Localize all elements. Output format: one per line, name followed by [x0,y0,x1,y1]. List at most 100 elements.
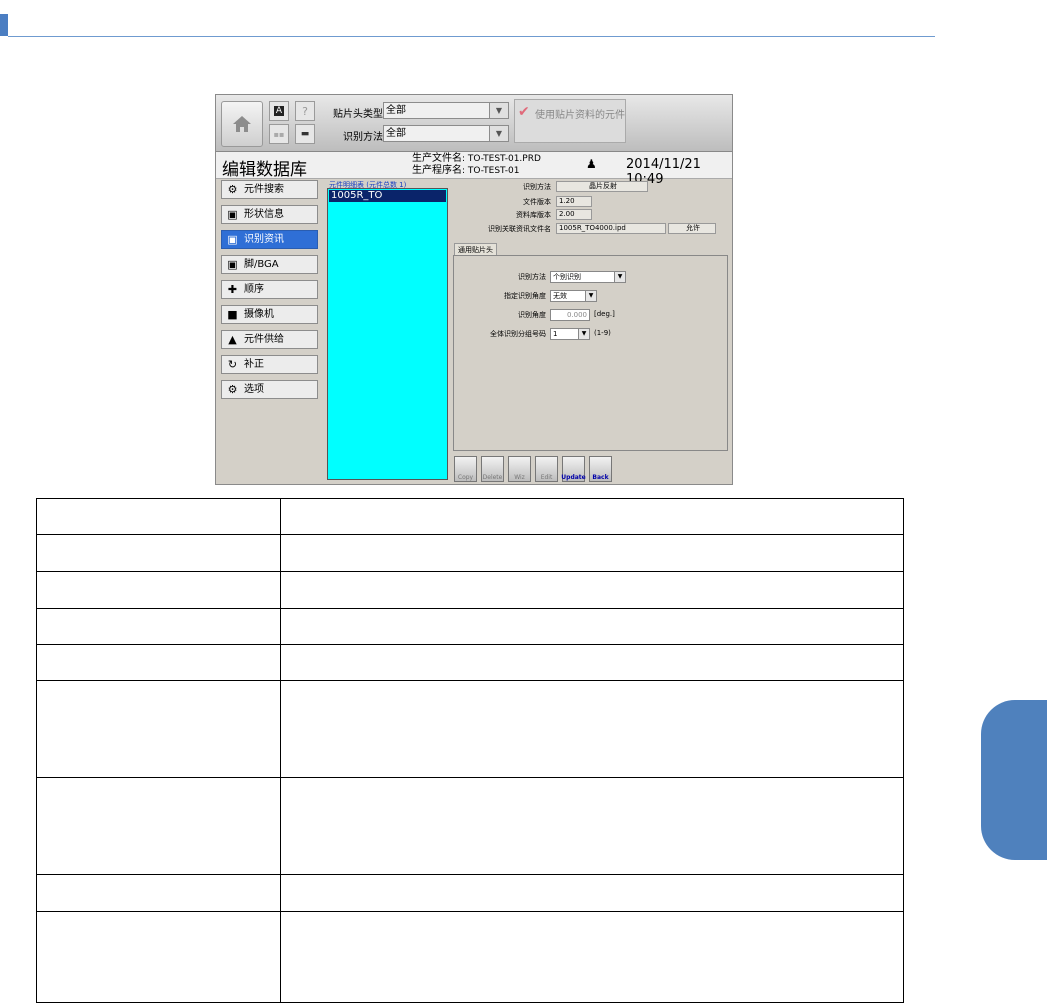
group-range: (1-9) [594,329,611,337]
list-item[interactable]: 1005R_TO [329,190,446,202]
prod-file-value: : TO-TEST-01.PRD [462,154,541,164]
menu-label: 元件搜索 [244,184,284,195]
top-toolbar: A ? ▪▪ ▬ 贴片头类型 全部 ▼ 识别方法 全部 ▼ ✔ 使用贴片资料的元… [216,95,732,152]
method-value: 晶片反射 [556,181,648,192]
db-ver-label: 资料库版本 [516,211,551,219]
help-icon: ? [302,104,308,118]
edit-database-screenshot: A ? ▪▪ ▬ 贴片头类型 全部 ▼ 识别方法 全部 ▼ ✔ 使用贴片资料的元… [215,94,733,485]
angle-spec-select[interactable]: 无效 ▼ [550,290,597,302]
menu-feeder[interactable]: ▲ 元件供给 [221,330,318,349]
head-type-select[interactable]: 全部 ▼ [383,102,509,119]
head-type-value: 全部 [386,105,406,116]
menu-label: 识别资讯 [244,234,284,245]
form-method-value: 个别识别 [553,273,581,281]
sequence-icon: ✚ [227,283,238,296]
menu-label: 选项 [244,384,264,395]
tab-panel [453,255,728,451]
menu-part-search[interactable]: ⚙ 元件搜索 [221,180,318,199]
recognition-icon: ▣ [227,233,238,246]
assoc-allow-button[interactable]: 允许 [668,223,716,234]
chevron-down-icon: ▼ [489,103,508,118]
chevron-down-icon: ▼ [614,272,625,282]
menu-label: 摄像机 [244,309,274,320]
form-method-select[interactable]: 个别识别 ▼ [550,271,626,283]
menu-label: 顺序 [244,284,264,295]
wiz-button[interactable]: Wiz [508,456,531,482]
table-row [36,911,904,1003]
recog-method-select[interactable]: 全部 ▼ [383,125,509,142]
table-row [36,608,904,645]
file-ver-value: 1.20 [556,196,592,207]
menu-options[interactable]: ⚙ 选项 [221,380,318,399]
menu-recognition-info[interactable]: ▣ 识别资讯 [221,230,318,249]
db-ver-value: 2.00 [556,209,592,220]
menu-label: 形状信息 [244,209,284,220]
header-accent-bar [0,14,8,36]
table-row [36,498,904,535]
check-icon: ✔ [518,104,530,120]
delete-button[interactable]: Delete [481,456,504,482]
assoc-file-value: 1005R_TO4000.ipd [556,223,666,234]
table-row [36,680,904,778]
font-icon: A [273,106,285,116]
prod-prog-value: : TO-TEST-01 [462,166,520,176]
form-method-label: 识别方法 [518,273,546,281]
page-title: 编辑数据库 [222,160,307,180]
menu-label: 元件供给 [244,334,284,345]
group-select[interactable]: 1 ▼ [550,328,590,340]
header-rule [8,36,935,37]
menu-correction[interactable]: ↻ 补正 [221,355,318,374]
head-type-label: 贴片头类型 [333,109,383,120]
angle-input[interactable]: 0.000 [550,309,590,321]
assoc-file-label: 识别关联资讯文件名 [488,225,551,233]
correction-icon: ↻ [227,358,238,371]
copy-button[interactable]: Copy [454,456,477,482]
machine-icon: ▬ [300,129,310,139]
font-button[interactable]: A [269,101,289,121]
file-ver-label: 文件版本 [523,198,551,206]
table-row [36,571,904,609]
feeder-icon: ▲ [228,333,237,346]
help-button[interactable]: ? [295,101,315,121]
chevron-down-icon: ▼ [578,329,589,339]
title-bar: 编辑数据库 生产文件名: TO-TEST-01.PRD 生产程序名: TO-TE… [216,152,732,187]
part-search-icon: ⚙ [227,183,238,196]
use-part-data-checkbox[interactable]: ✔ 使用贴片资料的元件 [514,99,626,143]
menu-sequence[interactable]: ✚ 顺序 [221,280,318,299]
lead-icon: ▣ [227,258,238,271]
table-row [36,534,904,572]
description-table [36,498,904,1003]
chevron-down-icon: ▼ [585,291,596,301]
angle-label: 识别角度 [518,311,546,319]
home-icon [233,116,251,132]
method-label: 识别方法 [523,183,551,191]
update-button[interactable]: Update [561,456,586,482]
chevron-down-icon: ▼ [489,126,508,141]
edit-button[interactable]: Edit [535,456,558,482]
file-info: 生产文件名: TO-TEST-01.PRD 生产程序名: TO-TEST-01 [412,153,541,177]
recog-method-label: 识别方法 [343,132,383,143]
menu-label: 脚/BGA [244,259,279,270]
user-icon: ♟ [586,157,597,171]
menu-camera[interactable]: ■ 摄像机 [221,305,318,324]
table-row [36,874,904,912]
menu-shape-info[interactable]: ▣ 形状信息 [221,205,318,224]
machine-button[interactable]: ▬ [295,124,315,144]
table-row [36,644,904,681]
angle-unit: [deg.] [594,310,615,318]
group-label: 全体识别分组号码 [490,330,546,338]
group-value: 1 [553,330,558,338]
people-button[interactable]: ▪▪ [269,124,289,144]
chapter-side-tab [981,700,1047,860]
part-list[interactable]: 1005R_TO [327,188,448,480]
table-row [36,777,904,875]
angle-spec-value: 无效 [553,292,567,300]
menu-lead-bga[interactable]: ▣ 脚/BGA [221,255,318,274]
prod-prog-label: 生产程序名 [412,165,462,176]
back-button[interactable]: Back [589,456,612,482]
use-part-data-label: 使用贴片资料的元件 [535,110,625,121]
options-icon: ⚙ [227,383,238,396]
home-button[interactable] [221,101,263,147]
camera-icon: ■ [227,308,238,321]
shape-icon: ▣ [227,208,238,221]
